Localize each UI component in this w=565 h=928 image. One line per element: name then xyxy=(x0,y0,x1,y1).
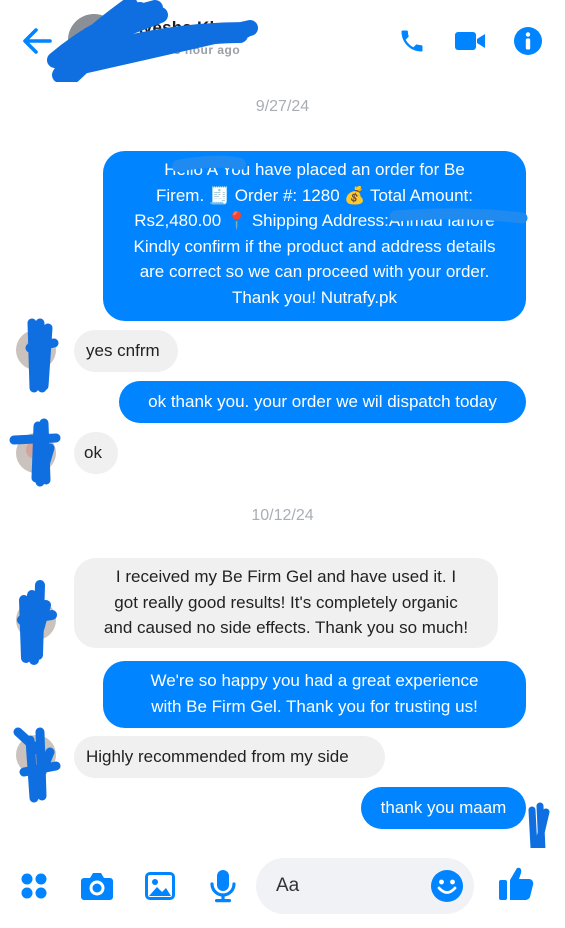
message-text: thank you maam xyxy=(380,798,507,817)
incoming-message[interactable]: yes cnfrm xyxy=(74,330,178,372)
contact-avatar-small xyxy=(16,330,56,370)
message-line: with Be Firm Gel. Thank you for trusting… xyxy=(151,696,478,716)
contact-name[interactable]: Ayesha Khan xyxy=(131,18,240,38)
chat-header: Ayesha Khan Active 3 hour ago xyxy=(0,0,565,84)
date-separator: 10/12/24 xyxy=(251,507,314,524)
message-text: Highly recommended from my side xyxy=(86,747,349,766)
message-line: Thank you! Nutrafy.pk xyxy=(231,287,398,307)
microphone-icon[interactable] xyxy=(203,866,243,906)
incoming-message[interactable]: I received my Be Firm Gel and have used … xyxy=(74,558,498,648)
message-text: ok xyxy=(84,443,102,462)
camera-icon[interactable] xyxy=(77,866,117,906)
like-icon[interactable] xyxy=(496,864,536,904)
outgoing-message[interactable]: thank you maam xyxy=(361,787,526,829)
outgoing-message[interactable]: ok thank you. your order we wil dispatch… xyxy=(119,381,526,423)
video-camera-icon[interactable] xyxy=(452,24,488,58)
contact-avatar-small xyxy=(16,735,56,775)
incoming-message[interactable]: Highly recommended from my side xyxy=(74,736,385,778)
gallery-icon[interactable] xyxy=(140,866,180,906)
message-line: I received my Be Firm Gel and have used … xyxy=(115,567,457,586)
date-separator: 9/27/24 xyxy=(255,98,310,115)
contact-avatar-small xyxy=(16,600,56,640)
message-input-placeholder: Aa xyxy=(276,875,300,896)
message-input[interactable]: Aa xyxy=(256,858,474,914)
message-line: and caused no side effects. Thank you so… xyxy=(103,618,469,637)
back-arrow-icon[interactable] xyxy=(20,24,54,58)
message-line: Kindly confirm if the product and addres… xyxy=(133,236,496,256)
message-text: yes cnfrm xyxy=(86,341,160,360)
message-line: We're so happy you had a great experienc… xyxy=(150,671,479,690)
incoming-message[interactable]: ok xyxy=(74,432,118,474)
apps-icon[interactable] xyxy=(14,866,54,906)
phone-icon[interactable] xyxy=(394,24,430,58)
outgoing-message[interactable]: Hello A You have placed an order for Be … xyxy=(103,151,526,321)
info-icon[interactable] xyxy=(510,24,546,58)
message-line: Hello A You have placed an order for Be xyxy=(164,160,465,179)
contact-status: Active 3 hour ago xyxy=(131,43,241,57)
message-line: Rs2,480.00 📍 Shipping Address:Ahmad laho… xyxy=(134,211,495,230)
message-line: got really good results! It's completely… xyxy=(114,592,458,612)
message-text: ok thank you. your order we wil dispatch… xyxy=(148,392,497,411)
message-line: Firem. 🧾 Order #: 1280 💰 Total Amount: xyxy=(156,185,473,205)
emoji-icon[interactable] xyxy=(430,869,464,903)
outgoing-message[interactable]: We're so happy you had a great experienc… xyxy=(103,661,526,728)
contact-avatar[interactable] xyxy=(68,14,120,66)
contact-avatar-small xyxy=(16,433,56,473)
message-line: are correct so we can proceed with your … xyxy=(139,262,490,281)
